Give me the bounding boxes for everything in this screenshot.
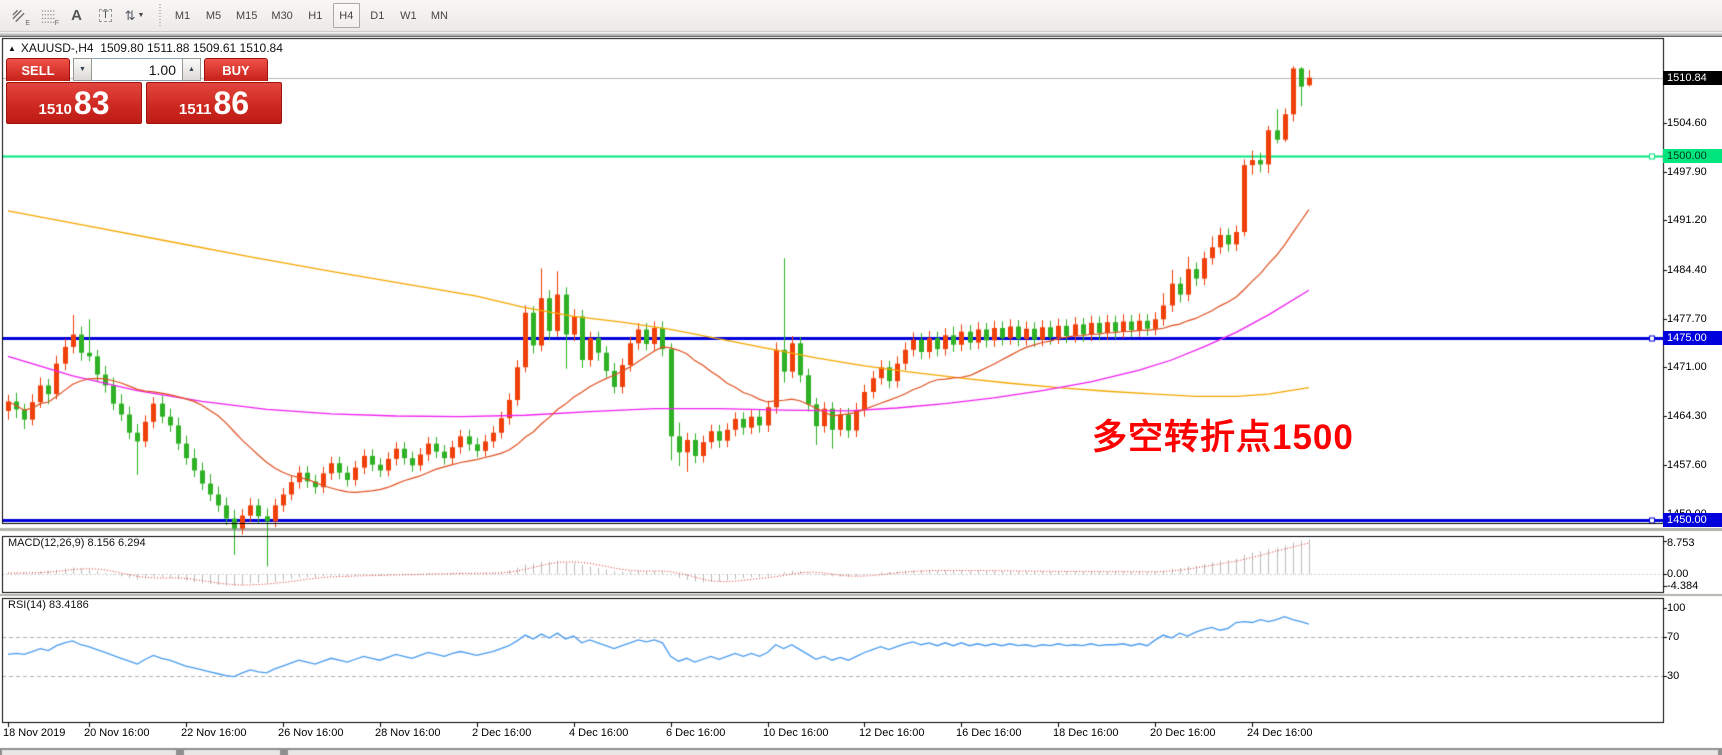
- time-axis-label: 10 Dec 16:00: [763, 727, 828, 739]
- y-axis-label: 1484.40: [1667, 264, 1707, 276]
- time-axis-label: 18 Nov 2019: [3, 727, 65, 739]
- y-axis-label: 1497.90: [1667, 166, 1707, 178]
- time-axis-label: 2 Dec 16:00: [472, 727, 531, 739]
- rsi-axis-label: 70: [1667, 631, 1679, 643]
- buy-button[interactable]: BUY: [204, 58, 268, 81]
- current-price-badge: 1510.84: [1663, 71, 1722, 85]
- time-axis-label: 20 Dec 16:00: [1150, 727, 1215, 739]
- timeframe-m15-button[interactable]: M15: [231, 3, 262, 28]
- ask-price-button[interactable]: 1511 86: [146, 82, 282, 124]
- one-click-trading-panel: SELL ▼ ▲ BUY 1510 83 1511 86: [6, 58, 284, 124]
- chart-window: ▲ XAUUSD-,H4 1509.80 1511.88 1509.61 1510…: [0, 37, 1722, 755]
- time-axis-label: 4 Dec 16:00: [569, 727, 628, 739]
- toolbar-icon-group: E FAT⇅▼: [4, 3, 149, 29]
- ohlc-values: 1509.80 1511.88 1509.61 1510.84: [100, 41, 283, 55]
- trading-terminal: E FAT⇅▼ M1M5M15M30H1H4D1W1MN ▲ XAUUSD-,H4 …: [0, 0, 1722, 755]
- chart-annotation-text: 多空转折点1500: [1092, 409, 1354, 460]
- arrange-icon[interactable]: ⇅▼: [120, 3, 149, 29]
- time-axis-label: 26 Nov 16:00: [278, 727, 343, 739]
- timeframe-group: M1M5M15M30H1H4D1W1MN: [167, 3, 455, 28]
- y-axis-label: 1491.20: [1667, 214, 1707, 226]
- ask-price-main: 1511: [179, 101, 212, 118]
- time-axis-label: 22 Nov 16:00: [181, 727, 246, 739]
- macd-axis-label: 8.753: [1667, 537, 1695, 549]
- time-axis-label: 12 Dec 16:00: [859, 727, 924, 739]
- bid-price-main: 1510: [39, 101, 72, 118]
- chart-canvas[interactable]: [0, 37, 1722, 755]
- rsi-indicator-label: RSI(14) 83.4186: [8, 599, 89, 611]
- sell-button[interactable]: SELL: [6, 58, 70, 81]
- y-axis-label: 1504.60: [1667, 117, 1707, 129]
- macd-axis-label: -4.384: [1667, 580, 1698, 592]
- timeframe-m1-button[interactable]: M1: [169, 3, 196, 28]
- chart-title: ▲ XAUUSD-,H4 1509.80 1511.88 1509.61 1510…: [8, 41, 283, 55]
- bid-price-button[interactable]: 1510 83: [6, 82, 142, 124]
- price-level-badge: 1500.00: [1663, 149, 1722, 163]
- y-axis-label: 1471.00: [1667, 361, 1707, 373]
- time-axis-label: 16 Dec 16:00: [956, 727, 1021, 739]
- toolbar-separator: [159, 4, 161, 28]
- time-axis-label: 28 Nov 16:00: [375, 727, 440, 739]
- y-axis-label: 1457.60: [1667, 459, 1707, 471]
- timeframe-m5-button[interactable]: M5: [200, 3, 227, 28]
- grid-icon-sub: F: [55, 20, 59, 27]
- rsi-axis-label: 30: [1667, 670, 1679, 682]
- timeframe-w1-button[interactable]: W1: [395, 3, 422, 28]
- time-axis-label: 24 Dec 16:00: [1247, 727, 1312, 739]
- indicators-icon-sub: E: [25, 20, 30, 27]
- bid-price-frac: 83: [74, 83, 110, 123]
- text-label-icon[interactable]: A: [62, 3, 91, 29]
- ask-price-frac: 86: [213, 83, 249, 123]
- toolbar: E FAT⇅▼ M1M5M15M30H1H4D1W1MN: [0, 0, 1722, 32]
- timeframe-h1-button[interactable]: H1: [302, 3, 329, 28]
- timeframe-h4-button[interactable]: H4: [333, 3, 360, 28]
- volume-input[interactable]: [92, 58, 182, 81]
- collapse-arrow-icon[interactable]: ▲: [8, 44, 16, 53]
- price-level-badge: 1450.00: [1663, 513, 1722, 527]
- rsi-axis-label: 100: [1667, 602, 1685, 614]
- grid-icon[interactable]: F: [33, 3, 62, 29]
- y-axis-label: 1464.30: [1667, 410, 1707, 422]
- timeframe-mn-button[interactable]: MN: [426, 3, 453, 28]
- timeframe-m30-button[interactable]: M30: [266, 3, 297, 28]
- time-axis-label: 6 Dec 16:00: [666, 727, 725, 739]
- timeframe-d1-button[interactable]: D1: [364, 3, 391, 28]
- macd-axis-label: 0.00: [1667, 568, 1688, 580]
- y-axis-label: 1477.70: [1667, 313, 1707, 325]
- text-box-icon[interactable]: T: [91, 3, 120, 29]
- volume-decrease-button[interactable]: ▼: [73, 58, 92, 81]
- indicators-icon[interactable]: E: [4, 3, 33, 29]
- macd-indicator-label: MACD(12,26,9) 8.156 6.294: [8, 537, 146, 549]
- time-axis-label: 20 Nov 16:00: [84, 727, 149, 739]
- volume-increase-button[interactable]: ▲: [182, 58, 201, 81]
- time-axis-label: 18 Dec 16:00: [1053, 727, 1118, 739]
- price-level-badge: 1475.00: [1663, 331, 1722, 345]
- symbol-label: XAUUSD-,H4: [21, 41, 94, 55]
- volume-stepper: ▼ ▲: [73, 58, 201, 81]
